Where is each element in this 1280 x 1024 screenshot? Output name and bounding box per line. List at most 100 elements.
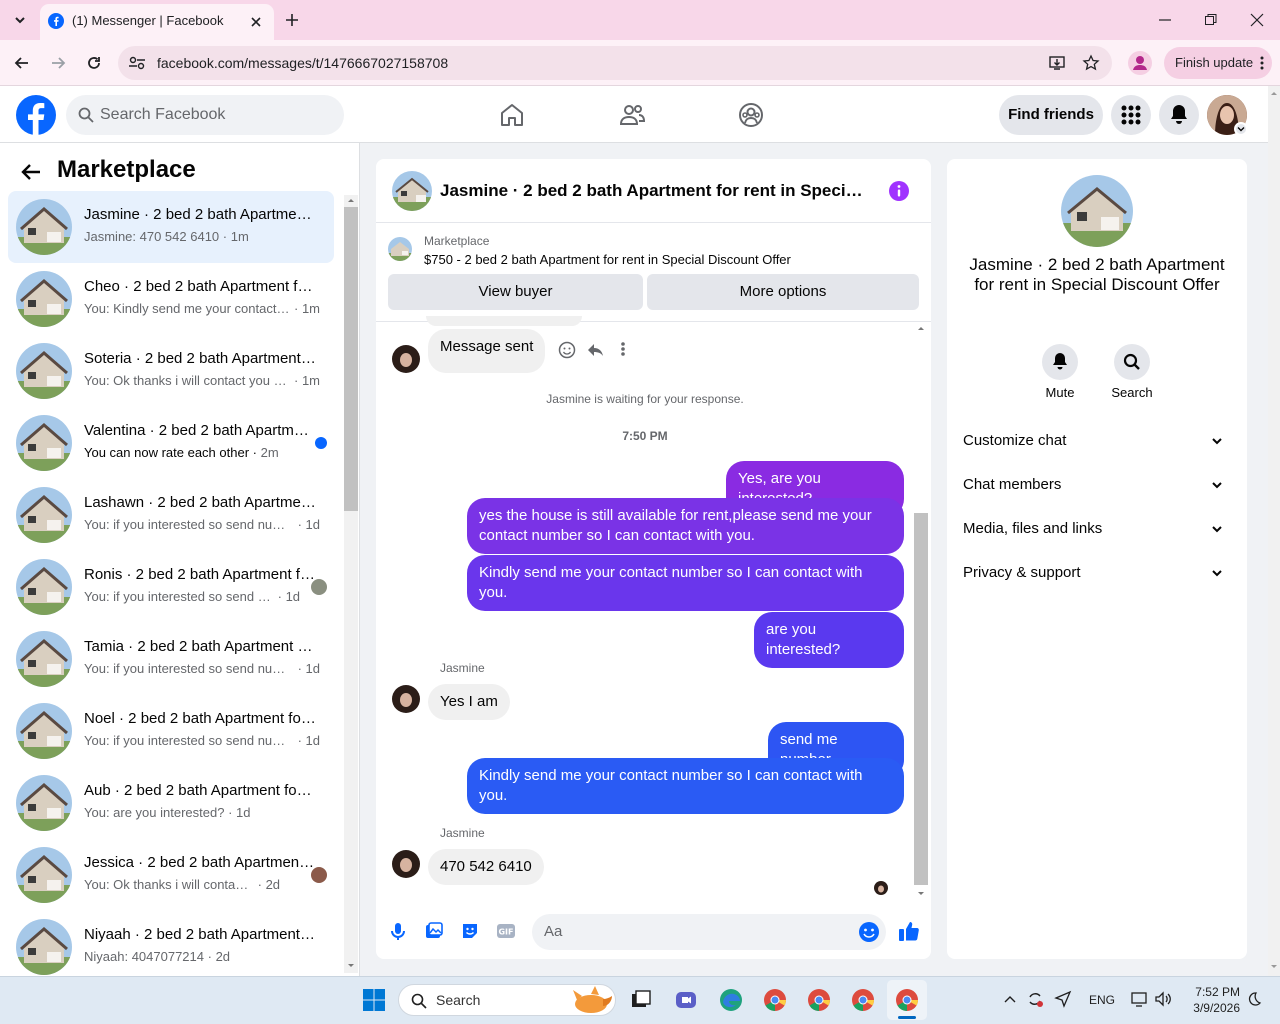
chat-avatar[interactable]: [392, 171, 432, 211]
sticker-icon[interactable]: [460, 921, 480, 941]
account-dropdown[interactable]: [1234, 122, 1248, 136]
network-icon[interactable]: [1130, 990, 1148, 1008]
reply-icon[interactable]: [586, 341, 604, 359]
omnibox[interactable]: facebook.com/messages/t/1476667027158708: [118, 46, 1112, 80]
thumbs-up-icon[interactable]: [897, 919, 921, 943]
notification-center-icon[interactable]: [1246, 991, 1262, 1007]
search-conversation-button[interactable]: [1114, 344, 1150, 380]
find-friends-button[interactable]: Find friends: [999, 95, 1103, 135]
message-bubble[interactable]: Yes I am: [428, 684, 510, 720]
browser-tab[interactable]: (1) Messenger | Facebook: [40, 4, 274, 40]
page-scrollbar[interactable]: [1268, 86, 1280, 976]
language-indicator[interactable]: ENG: [1089, 993, 1115, 1007]
message-bubble-sent-status[interactable]: Message sent: [428, 329, 546, 373]
scroll-down-icon[interactable]: [347, 963, 355, 969]
conversation-item[interactable]: Niyaah · 2 bed 2 bath Apartment for rent…: [8, 911, 334, 976]
info-icon[interactable]: [889, 181, 909, 201]
friends-icon[interactable]: [618, 101, 646, 129]
menu-button[interactable]: [1111, 95, 1151, 135]
close-window-icon[interactable]: [1250, 13, 1264, 27]
close-tab-icon[interactable]: [248, 14, 264, 30]
photo-icon[interactable]: [424, 921, 444, 941]
clock-date[interactable]: 3/9/2026: [1184, 1001, 1240, 1015]
customize-chat-section[interactable]: Customize chat: [963, 421, 1231, 461]
media-files-links-section[interactable]: Media, files and links: [963, 509, 1231, 549]
info-avatar[interactable]: [1061, 175, 1133, 247]
chrome-icon[interactable]: [763, 988, 787, 1012]
more-actions-icon[interactable]: [621, 341, 625, 357]
install-app-icon[interactable]: [1048, 54, 1066, 72]
restore-icon[interactable]: [1204, 13, 1218, 27]
reload-icon[interactable]: [84, 53, 104, 73]
task-view-icon[interactable]: [630, 989, 652, 1011]
scroll-up-icon[interactable]: [917, 325, 925, 331]
chrome-icon[interactable]: [851, 988, 875, 1012]
search-facebook-input[interactable]: Search Facebook: [66, 95, 344, 135]
microphone-icon[interactable]: [388, 921, 408, 941]
sync-icon[interactable]: [1026, 990, 1044, 1008]
more-options-button[interactable]: More options: [647, 274, 919, 310]
listing-title[interactable]: $750 - 2 bed 2 bath Apartment for rent i…: [424, 252, 904, 267]
message-bubble[interactable]: are you interested?: [754, 612, 904, 668]
clock-time[interactable]: 7:52 PM: [1188, 985, 1240, 999]
chat-scrollbar-thumb[interactable]: [914, 513, 928, 885]
conversation-item[interactable]: Noel · 2 bed 2 bath Apartment for rent i…: [8, 695, 334, 767]
windows-start-icon[interactable]: [363, 989, 385, 1011]
tab-search-button[interactable]: [8, 8, 32, 32]
sender-avatar[interactable]: [392, 345, 420, 373]
privacy-support-section[interactable]: Privacy & support: [963, 553, 1231, 593]
scroll-up-icon[interactable]: [347, 197, 355, 203]
emoji-icon[interactable]: [858, 921, 880, 943]
chrome-icon[interactable]: [895, 988, 919, 1012]
scroll-up-icon[interactable]: [1270, 90, 1278, 96]
scroll-down-icon[interactable]: [917, 891, 925, 897]
conversation-item[interactable]: Tamia · 2 bed 2 bath Apartment for rent …: [8, 623, 334, 695]
facebook-logo-icon[interactable]: [16, 95, 56, 135]
conversation-item[interactable]: Cheo · 2 bed 2 bath Apartment for rent i…: [8, 263, 334, 335]
gif-icon[interactable]: GIF: [496, 921, 516, 941]
message-input[interactable]: Aa: [532, 914, 886, 950]
chat-scrollbar[interactable]: [914, 323, 928, 901]
message-bubble[interactable]: Kindly send me your contact number so I …: [467, 758, 904, 814]
chrome-icon[interactable]: [807, 988, 831, 1012]
minimize-icon[interactable]: [1158, 14, 1172, 26]
chevron-up-icon[interactable]: [1003, 993, 1017, 1007]
conversation-item[interactable]: Ronis · 2 bed 2 bath Apartment for rent …: [8, 551, 334, 623]
groups-icon[interactable]: [737, 101, 765, 129]
sender-avatar[interactable]: [392, 850, 420, 878]
back-arrow-icon[interactable]: [20, 161, 42, 183]
conversation-item[interactable]: Lashawn · 2 bed 2 bath Apartment for ren…: [8, 479, 334, 551]
sender-avatar[interactable]: [392, 685, 420, 713]
listing-thumbnail[interactable]: [388, 237, 412, 261]
profile-avatar[interactable]: [1128, 51, 1152, 75]
conversation-item[interactable]: Jessica · 2 bed 2 bath Apartment for ren…: [8, 839, 334, 911]
edge-browser-icon[interactable]: [719, 988, 743, 1012]
back-icon[interactable]: [12, 53, 32, 73]
volume-icon[interactable]: [1154, 990, 1172, 1008]
conversation-dot-sep: ·: [204, 949, 216, 964]
sidebar-scrollbar-thumb[interactable]: [344, 207, 358, 511]
finish-update-button[interactable]: Finish update: [1164, 47, 1272, 79]
mute-button[interactable]: [1042, 344, 1078, 380]
forward-icon[interactable]: [48, 53, 68, 73]
teams-meet-icon[interactable]: [674, 988, 698, 1012]
site-info-icon[interactable]: [128, 55, 146, 71]
conversation-item[interactable]: Valentina · 2 bed 2 bath Apartment for r…: [8, 407, 334, 479]
view-buyer-button[interactable]: View buyer: [388, 274, 643, 310]
react-emoji-icon[interactable]: [558, 341, 576, 359]
message-bubble[interactable]: yes the house is still available for ren…: [467, 498, 904, 554]
message-bubble[interactable]: 470 542 6410: [428, 849, 544, 885]
conversation-item[interactable]: Soteria · 2 bed 2 bath Apartment for ren…: [8, 335, 334, 407]
notifications-button[interactable]: [1159, 95, 1199, 135]
bookmark-star-icon[interactable]: [1082, 54, 1100, 72]
chat-members-section[interactable]: Chat members: [963, 465, 1231, 505]
location-icon[interactable]: [1054, 990, 1072, 1008]
taskbar-search[interactable]: Search: [398, 984, 616, 1016]
scroll-down-icon[interactable]: [1270, 964, 1278, 970]
home-icon[interactable]: [498, 101, 526, 129]
sidebar-scrollbar[interactable]: [344, 195, 358, 973]
conversation-item[interactable]: Jasmine · 2 bed 2 bath Apartment for ren…: [8, 191, 334, 263]
conversation-item[interactable]: Aub · 2 bed 2 bath Apartment for rent in…: [8, 767, 334, 839]
new-tab-icon[interactable]: [284, 12, 300, 28]
message-bubble[interactable]: Kindly send me your contact number so I …: [467, 555, 904, 611]
